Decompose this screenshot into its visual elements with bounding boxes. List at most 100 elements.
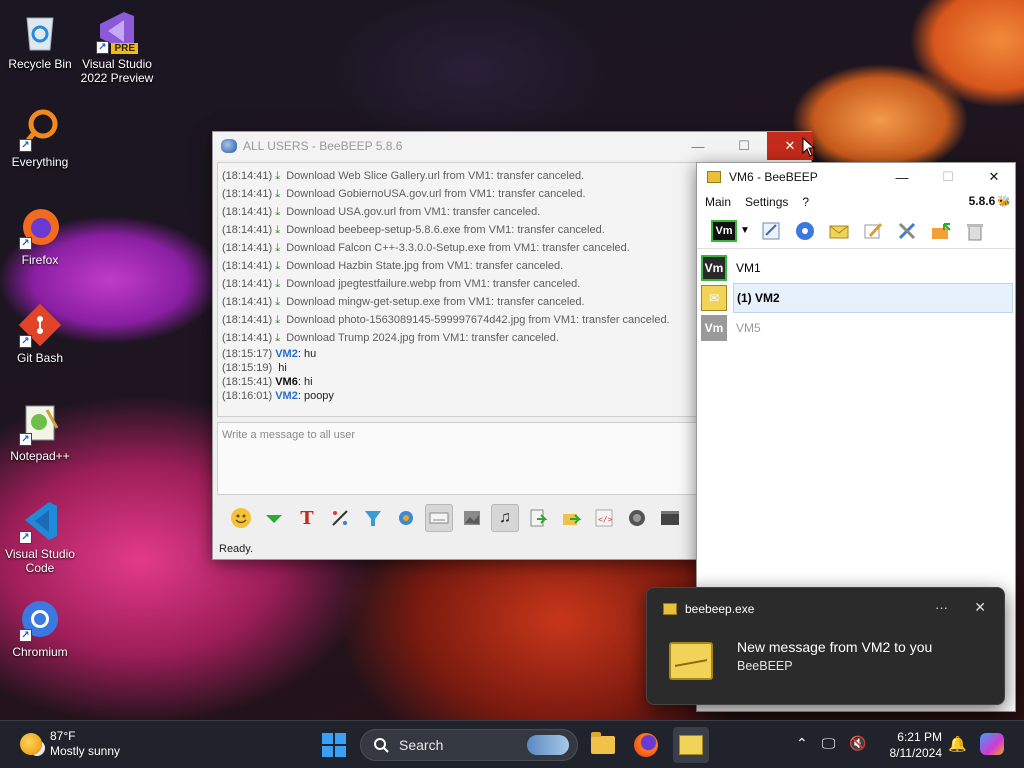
shortcut-arrow-icon: ↗ xyxy=(19,531,32,544)
close-icon[interactable]: ✕ xyxy=(974,599,986,616)
message-time: (18:15:17) xyxy=(222,348,273,360)
partly-sunny-icon xyxy=(20,733,42,755)
status-dropdown[interactable]: Vm ▼ xyxy=(711,219,750,242)
transfer-message-row: (18:14:41) ⤓ Download Falcon C++-3.3.0.0-… xyxy=(222,239,694,257)
system-tray: ⌃ 🖵 🔇 xyxy=(796,735,867,752)
desktop-icon-git-bash[interactable]: ↗ Git Bash xyxy=(0,302,80,365)
message-input[interactable]: Write a message to all user xyxy=(217,422,699,495)
volume-muted-icon[interactable]: 🔇 xyxy=(849,735,866,752)
expand-down-icon[interactable] xyxy=(260,504,288,532)
minimize-button[interactable]: — xyxy=(879,163,925,191)
clear-icon[interactable] xyxy=(962,218,988,244)
window-title: VM6 - BeeBEEP xyxy=(729,170,818,184)
terminal-icon[interactable] xyxy=(656,504,684,532)
taskbar-search[interactable]: Search xyxy=(360,729,578,761)
user-row-vm5[interactable]: Vm VM5 xyxy=(701,313,1013,343)
start-button[interactable] xyxy=(322,733,346,757)
desktop-icon-firefox[interactable]: ↗ Firefox xyxy=(0,204,80,267)
filter-icon[interactable] xyxy=(359,504,387,532)
compose-icon[interactable] xyxy=(860,218,886,244)
message-text: Download USA.gov.url from VM1: transfer … xyxy=(286,206,541,218)
taskbar-beebeep[interactable] xyxy=(673,727,709,763)
menu-settings[interactable]: Settings xyxy=(745,195,788,209)
message-text: Download Web Slice Gallery.url from VM1:… xyxy=(286,170,585,182)
desktop-icon-label: Visual Studio 2022 Preview xyxy=(80,57,154,85)
transfer-message-row: (18:14:41) ⤓ Download jpegtestfailure.web… xyxy=(222,275,694,293)
toast-message: New message from VM2 to you xyxy=(737,639,933,655)
toast-source: BeeBEEP xyxy=(737,659,793,673)
message-time: (18:14:41) xyxy=(222,296,273,308)
emoji-icon[interactable] xyxy=(227,504,255,532)
message-time: (18:14:41) xyxy=(222,170,273,182)
message-sender: VM6 xyxy=(275,376,298,388)
html-code-icon[interactable]: </> xyxy=(590,504,618,532)
menu-main[interactable]: Main xyxy=(705,195,731,209)
more-options-button[interactable]: ··· xyxy=(935,600,948,615)
firefox-icon: ↗ xyxy=(17,204,63,250)
download-icon: ⤓ xyxy=(275,188,281,200)
message-text: Download Trump 2024.jpg from VM1: transf… xyxy=(286,332,559,344)
firefox-icon xyxy=(634,733,658,757)
weather-widget[interactable]: 87°F Mostly sunny xyxy=(20,729,120,759)
clock-time: 6:21 PM xyxy=(897,730,942,744)
desktop-icon-vscode[interactable]: ↗ Visual Studio Code xyxy=(0,498,80,575)
chat-toolbar: T ♫ </> xyxy=(217,498,699,538)
share-folder-icon[interactable] xyxy=(928,218,954,244)
user-row-vm1[interactable]: Vm VM1 xyxy=(701,253,1013,283)
user-name: VM5 xyxy=(736,321,761,335)
image-icon[interactable] xyxy=(458,504,486,532)
chat-message-row: (18:15:17) VM2: hu xyxy=(222,347,694,361)
desktop-icon-recycle-bin[interactable]: Recycle Bin xyxy=(0,8,80,71)
copilot-icon[interactable] xyxy=(980,733,1004,755)
font-icon[interactable]: T xyxy=(293,504,321,532)
new-message-icon[interactable] xyxy=(826,218,852,244)
version-label: 5.8.6 🐝 xyxy=(969,194,1011,208)
search-highlight-image xyxy=(527,735,569,755)
user-list: Vm VM1 ✉ (1) VM2 Vm VM5 xyxy=(701,253,1013,343)
send-folder-icon[interactable] xyxy=(557,504,585,532)
git-bash-icon: ↗ xyxy=(17,302,63,348)
new-message-mail-icon xyxy=(669,642,713,680)
weather-condition: Mostly sunny xyxy=(50,744,121,758)
maximize-button[interactable]: ☐ xyxy=(925,163,971,191)
edit-profile-icon[interactable] xyxy=(758,218,784,244)
shortcut-arrow-icon: ↗ xyxy=(19,433,32,446)
toast-notification[interactable]: beebeep.exe ··· ✕ New message from VM2 t… xyxy=(646,587,1005,705)
chevron-down-icon: ▼ xyxy=(740,225,750,236)
file-explorer-icon xyxy=(591,732,615,754)
record-icon[interactable] xyxy=(623,504,651,532)
transfer-message-row: (18:14:41) ⤓ Download USA.gov.url from VM… xyxy=(222,203,694,221)
close-button[interactable]: ✕ xyxy=(971,163,1017,191)
message-time: (18:16:01) xyxy=(222,390,273,402)
minimize-button[interactable]: — xyxy=(675,132,721,160)
desktop-icon-chromium[interactable]: ↗ Chromium xyxy=(0,596,80,659)
notification-bell-icon[interactable]: 🔔 xyxy=(948,735,967,753)
download-icon: ⤓ xyxy=(275,242,281,254)
transfer-message-row: (18:14:41) ⤓ Download Hazbin State.jpg fr… xyxy=(222,257,694,275)
network-icon[interactable]: 🖵 xyxy=(822,735,836,752)
window-titlebar[interactable]: ALL USERS - BeeBEEP 5.8.6 — ☐ ✕ xyxy=(213,132,813,160)
taskbar-firefox[interactable] xyxy=(628,727,664,763)
settings-gear-icon[interactable] xyxy=(392,504,420,532)
user-row-vm2[interactable]: ✉ (1) VM2 xyxy=(701,283,1013,313)
keyboard-icon[interactable] xyxy=(425,504,453,532)
music-icon[interactable]: ♫ xyxy=(491,504,519,532)
network-broadcast-icon[interactable] xyxy=(792,218,818,244)
message-text: Download beebeep-setup-5.8.6.exe from VM… xyxy=(286,224,605,236)
color-picker-icon[interactable] xyxy=(326,504,354,532)
desktop-icon-notepadpp[interactable]: ↗ Notepad++ xyxy=(0,400,80,463)
chevron-up-icon[interactable]: ⌃ xyxy=(796,735,808,752)
window-titlebar[interactable]: VM6 - BeeBEEP — ☐ ✕ xyxy=(697,163,1015,191)
chat-message-row: (18:15:19) hi xyxy=(222,361,694,375)
send-file-icon[interactable] xyxy=(524,504,552,532)
chat-history[interactable]: (18:14:41) ⤓ Download Web Slice Gallery.u… xyxy=(217,162,699,417)
clock[interactable]: 6:21 PM 8/11/2024 xyxy=(884,729,943,761)
tools-icon[interactable] xyxy=(894,218,920,244)
taskbar-file-explorer[interactable] xyxy=(585,727,621,763)
desktop-icon-visual-studio-preview[interactable]: PRE ↗ Visual Studio 2022 Preview xyxy=(77,8,157,85)
menu-help[interactable]: ? xyxy=(802,195,809,209)
message-time: (18:14:41) xyxy=(222,314,273,326)
maximize-button[interactable]: ☐ xyxy=(721,132,767,160)
download-icon: ⤓ xyxy=(275,170,281,182)
desktop-icon-everything[interactable]: ↗ Everything xyxy=(0,106,80,169)
